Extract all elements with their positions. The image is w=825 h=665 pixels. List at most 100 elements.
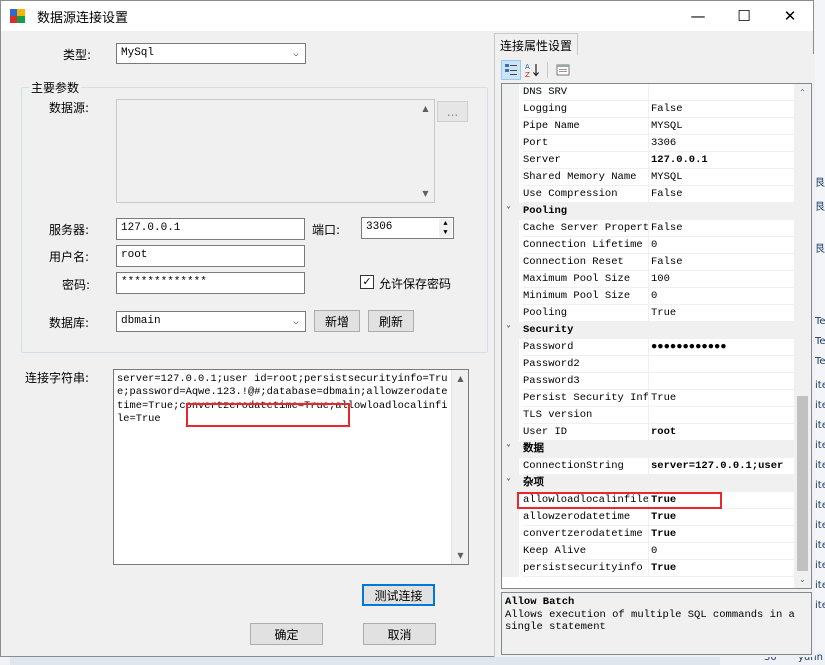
datasource-browse-button[interactable]: ... (437, 101, 468, 122)
tab-connection-properties[interactable]: 连接属性设置 (494, 33, 578, 55)
property-row[interactable]: User ID root (502, 424, 794, 441)
property-row[interactable]: TLS version (502, 407, 794, 424)
property-row[interactable]: Logging False (502, 101, 794, 118)
property-category[interactable]: ˅ Security (502, 322, 794, 339)
property-value[interactable]: 0 (648, 237, 794, 254)
property-row[interactable]: Connection Reset False (502, 254, 794, 271)
collapse-chevron-icon[interactable]: ˅ (506, 203, 518, 220)
alphabetical-sort-icon[interactable]: AZ (523, 60, 543, 80)
close-button[interactable]: ✕ (767, 1, 813, 31)
property-value[interactable]: 100 (648, 271, 794, 288)
property-value[interactable]: MYSQL (648, 169, 794, 186)
property-row[interactable]: Use Compression False (502, 186, 794, 203)
scroll-down-icon[interactable]: ⌄ (794, 571, 811, 588)
property-row[interactable]: Cache Server Propert False (502, 220, 794, 237)
scroll-up-icon[interactable]: ▲ (452, 370, 469, 387)
property-value[interactable]: False (648, 186, 794, 203)
background-text: ite (815, 420, 825, 431)
add-button[interactable]: 新增 (314, 310, 360, 332)
scroll-thumb[interactable] (797, 396, 808, 571)
property-category[interactable]: ˅ Pooling (502, 203, 794, 220)
property-value[interactable]: True (648, 560, 794, 577)
maximize-button[interactable]: ☐ (721, 1, 767, 31)
property-name: allowzerodatetime (523, 509, 648, 526)
property-value[interactable]: 127.0.0.1 (648, 152, 794, 169)
property-row[interactable]: Persist Security Inf True (502, 390, 794, 407)
chevron-down-icon: ⌵ (293, 317, 299, 327)
scroll-up-icon[interactable]: ▲ (417, 100, 434, 117)
property-row[interactable]: Keep Alive 0 (502, 543, 794, 560)
property-value[interactable]: False (648, 220, 794, 237)
property-row[interactable]: Server 127.0.0.1 (502, 152, 794, 169)
property-value[interactable]: 0 (648, 543, 794, 560)
property-value[interactable]: True (648, 390, 794, 407)
property-row[interactable]: allowzerodatetime True (502, 509, 794, 526)
ok-button[interactable]: 确定 (250, 623, 323, 645)
property-grid[interactable]: DNS SRV Logging False Pipe Name MYSQL Port 330… (501, 83, 812, 589)
conn-string-scrollbar[interactable]: ▲ ▼ (451, 370, 468, 564)
background-text: 艮 (815, 178, 825, 189)
property-row[interactable]: Password3 (502, 373, 794, 390)
property-name: convertzerodatetime (523, 526, 648, 543)
property-row[interactable]: Pipe Name MYSQL (502, 118, 794, 135)
collapse-chevron-icon[interactable]: ˅ (506, 322, 518, 339)
property-pages-icon[interactable] (553, 60, 573, 80)
chevron-down-icon: ⌵ (293, 49, 299, 59)
property-value[interactable] (648, 84, 794, 101)
port-stepper[interactable]: 3306 ▲ ▼ (361, 217, 454, 239)
background-text: ite (815, 520, 825, 531)
datasource-scrollbar[interactable]: ▲ ▼ (417, 100, 434, 202)
property-value[interactable] (648, 407, 794, 424)
collapse-chevron-icon[interactable]: ˅ (506, 475, 518, 492)
scroll-down-icon[interactable]: ▼ (417, 185, 434, 202)
username-input[interactable]: root (116, 245, 305, 267)
property-row[interactable]: Maximum Pool Size 100 (502, 271, 794, 288)
scroll-down-icon[interactable]: ▼ (452, 547, 469, 564)
property-value[interactable]: True (648, 509, 794, 526)
property-row[interactable]: Shared Memory Name MYSQL (502, 169, 794, 186)
property-row[interactable]: Password2 (502, 356, 794, 373)
conn-string-textarea[interactable]: server=127.0.0.1;user id=root;persistsec… (113, 369, 469, 565)
property-row[interactable]: Port 3306 (502, 135, 794, 152)
property-value[interactable]: root (648, 424, 794, 441)
property-row[interactable]: persistsecurityinfo True (502, 560, 794, 577)
save-password-label: 允许保存密码 (379, 277, 452, 291)
password-input[interactable]: ************* (116, 272, 305, 294)
property-row[interactable]: ConnectionString server=127.0.0.1;user (502, 458, 794, 475)
collapse-chevron-icon[interactable]: ˅ (506, 441, 518, 458)
server-input[interactable]: 127.0.0.1 (116, 218, 305, 240)
property-value[interactable]: ●●●●●●●●●●●● (648, 339, 794, 356)
property-value[interactable] (648, 373, 794, 390)
property-row[interactable]: DNS SRV (502, 84, 794, 101)
property-row[interactable]: Connection Lifetime 0 (502, 237, 794, 254)
test-connection-button[interactable]: 测试连接 (362, 584, 435, 606)
property-value[interactable]: True (648, 305, 794, 322)
categorized-view-icon[interactable] (501, 60, 521, 80)
property-row[interactable]: Minimum Pool Size 0 (502, 288, 794, 305)
minimize-button[interactable]: — (675, 1, 721, 31)
property-value[interactable]: False (648, 101, 794, 118)
property-category[interactable]: ˅ 杂项 (502, 475, 794, 492)
stepper-down-icon[interactable]: ▼ (439, 228, 452, 237)
datasource-list[interactable]: ▲ ▼ (116, 99, 435, 203)
property-row[interactable]: Pooling True (502, 305, 794, 322)
property-value[interactable]: 3306 (648, 135, 794, 152)
property-category[interactable]: ˅ 数据 (502, 441, 794, 458)
type-select[interactable]: MySql ⌵ (116, 43, 306, 64)
property-row[interactable]: Password ●●●●●●●●●●●● (502, 339, 794, 356)
property-value[interactable]: 0 (648, 288, 794, 305)
stepper-up-icon[interactable]: ▲ (439, 219, 452, 228)
property-value[interactable]: server=127.0.0.1;user (648, 458, 794, 475)
property-value[interactable]: True (648, 526, 794, 543)
property-row[interactable]: convertzerodatetime True (502, 526, 794, 543)
scroll-up-icon[interactable]: ⌃ (794, 84, 811, 101)
property-grid-scrollbar[interactable]: ⌃ ⌄ (794, 84, 811, 588)
background-text: ite (815, 400, 825, 411)
property-value[interactable]: MYSQL (648, 118, 794, 135)
save-password-checkbox[interactable]: ✓ (360, 275, 374, 289)
refresh-button[interactable]: 刷新 (368, 310, 414, 332)
database-select[interactable]: dbmain ⌵ (116, 311, 306, 332)
cancel-button[interactable]: 取消 (363, 623, 436, 645)
property-value[interactable] (648, 356, 794, 373)
property-value[interactable]: False (648, 254, 794, 271)
